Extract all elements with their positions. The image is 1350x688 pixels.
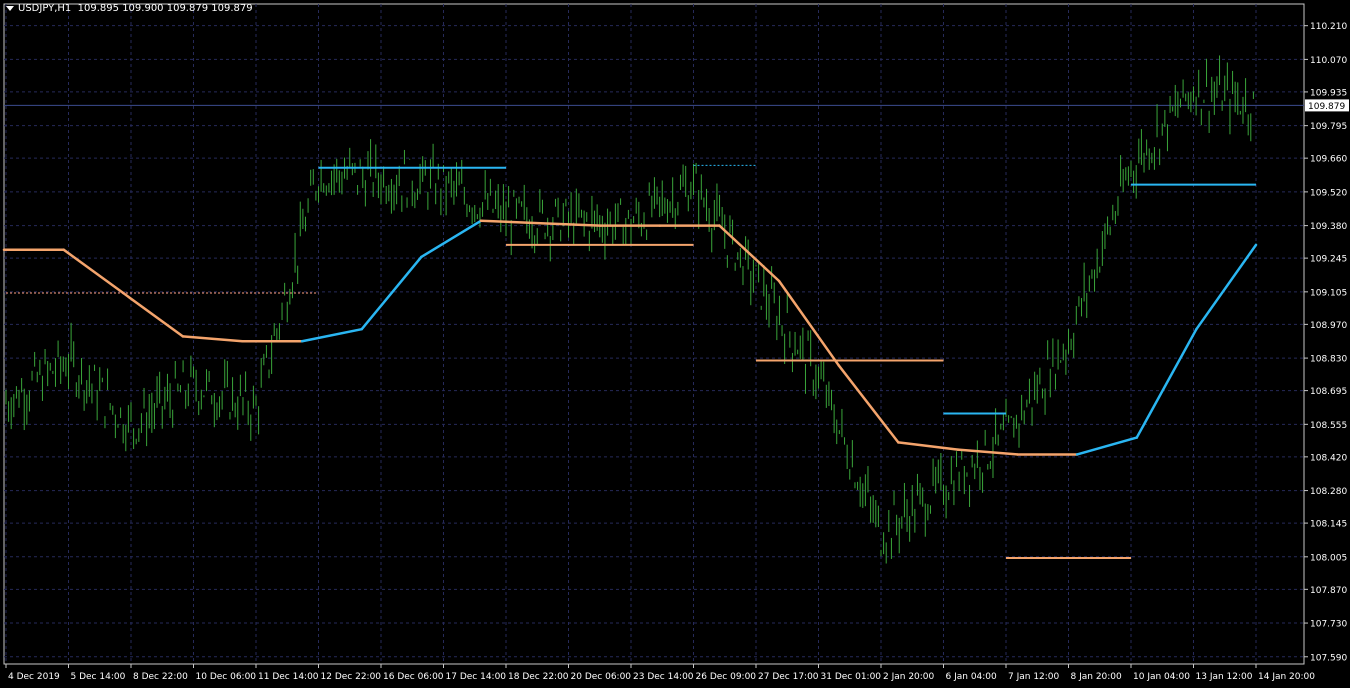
x-tick-label: 4 Dec 2019 — [8, 672, 60, 682]
y-tick-label: 109.105 — [1310, 288, 1347, 298]
moving-average-segment — [1135, 327, 1198, 439]
price-chart[interactable]: 110.210 110.070 109.935 109.795 109.660 109.5… — [0, 0, 1350, 688]
x-tick-label: 10 Jan 04:00 — [1133, 672, 1190, 682]
x-tick-label: 17 Dec 14:00 — [446, 672, 507, 682]
moving-average-segment — [897, 441, 960, 451]
y-tick-label: 109.380 — [1310, 222, 1347, 232]
x-tick-label: 31 Dec 01:00 — [821, 672, 882, 682]
symbol-timeframe-label: USDJPY,H1 — [18, 3, 72, 14]
moving-average-segment — [420, 219, 483, 259]
y-tick-label: 108.420 — [1310, 453, 1347, 463]
ohlc-values: 109.895 109.900 109.879 109.879 — [77, 3, 253, 14]
moving-average-segment — [181, 335, 244, 343]
plot-frame — [3, 3, 1305, 665]
y-tick-label: 109.660 — [1310, 155, 1347, 165]
moving-average-segment — [718, 224, 781, 283]
moving-average-segment — [62, 248, 125, 295]
current-price-label: 109.879 — [1308, 102, 1345, 112]
x-tick-label: 16 Dec 06:00 — [383, 672, 444, 682]
moving-average-segment — [1195, 243, 1258, 331]
moving-average-segment — [539, 221, 602, 227]
moving-average-segment — [121, 291, 185, 338]
x-tick-label: 27 Dec 17:00 — [758, 672, 819, 682]
x-tick-label: 8 Dec 22:00 — [133, 672, 188, 682]
y-tick-label: 108.280 — [1310, 487, 1347, 497]
x-tick-label: 10 Dec 06:00 — [196, 672, 257, 682]
x-tick-label: 6 Jan 04:00 — [946, 672, 998, 682]
moving-average-segment — [1075, 436, 1139, 456]
y-tick-label: 107.870 — [1310, 586, 1347, 596]
y-tick-label: 110.070 — [1310, 56, 1347, 66]
x-tick-label: 7 Jan 12:00 — [1008, 672, 1060, 682]
moving-average-segment — [300, 327, 363, 343]
y-tick-label: 109.935 — [1310, 88, 1347, 98]
y-tick-label: 109.245 — [1310, 255, 1347, 265]
x-tick-label: 26 Dec 09:00 — [696, 672, 757, 682]
y-tick-label: 108.555 — [1310, 421, 1347, 431]
y-tick-label: 108.145 — [1310, 520, 1347, 530]
y-tick-label: 109.795 — [1310, 122, 1347, 132]
y-tick-label: 107.590 — [1310, 653, 1347, 663]
y-tick-label: 108.695 — [1310, 387, 1347, 397]
y-tick-label: 110.210 — [1310, 22, 1347, 32]
y-tick-label: 108.970 — [1310, 321, 1347, 331]
x-tick-label: 14 Jan 20:00 — [1258, 672, 1315, 682]
chart-window[interactable]: 110.210 110.070 109.935 109.795 109.660 109.5… — [0, 0, 1350, 688]
x-tick-label: 20 Dec 06:00 — [571, 672, 632, 682]
moving-average-segment — [777, 279, 840, 367]
x-tick-label: 23 Dec 14:00 — [633, 672, 694, 682]
moving-average-segment — [837, 364, 900, 444]
chart-header: USDJPY,H1 109.895 109.900 109.879 109.87… — [6, 3, 253, 14]
y-tick-label: 108.005 — [1310, 553, 1347, 563]
x-tick-label: 2 Jan 20:00 — [883, 672, 935, 682]
dropdown-triangle-icon[interactable] — [6, 5, 14, 11]
y-tick-label: 109.520 — [1310, 188, 1347, 198]
x-tick-label: 5 Dec 14:00 — [71, 672, 126, 682]
x-tick-label: 13 Jan 12:00 — [1196, 672, 1253, 682]
x-tick-label: 11 Dec 14:00 — [258, 672, 319, 682]
x-tick-label: 12 Dec 22:00 — [321, 672, 382, 682]
x-tick-label: 8 Jan 20:00 — [1071, 672, 1123, 682]
moving-average-segment — [360, 255, 423, 331]
y-tick-label: 108.830 — [1310, 355, 1347, 365]
y-tick-label: 107.730 — [1310, 620, 1347, 630]
x-tick-label: 18 Dec 22:00 — [508, 672, 569, 682]
moving-average-segment — [956, 448, 1019, 456]
